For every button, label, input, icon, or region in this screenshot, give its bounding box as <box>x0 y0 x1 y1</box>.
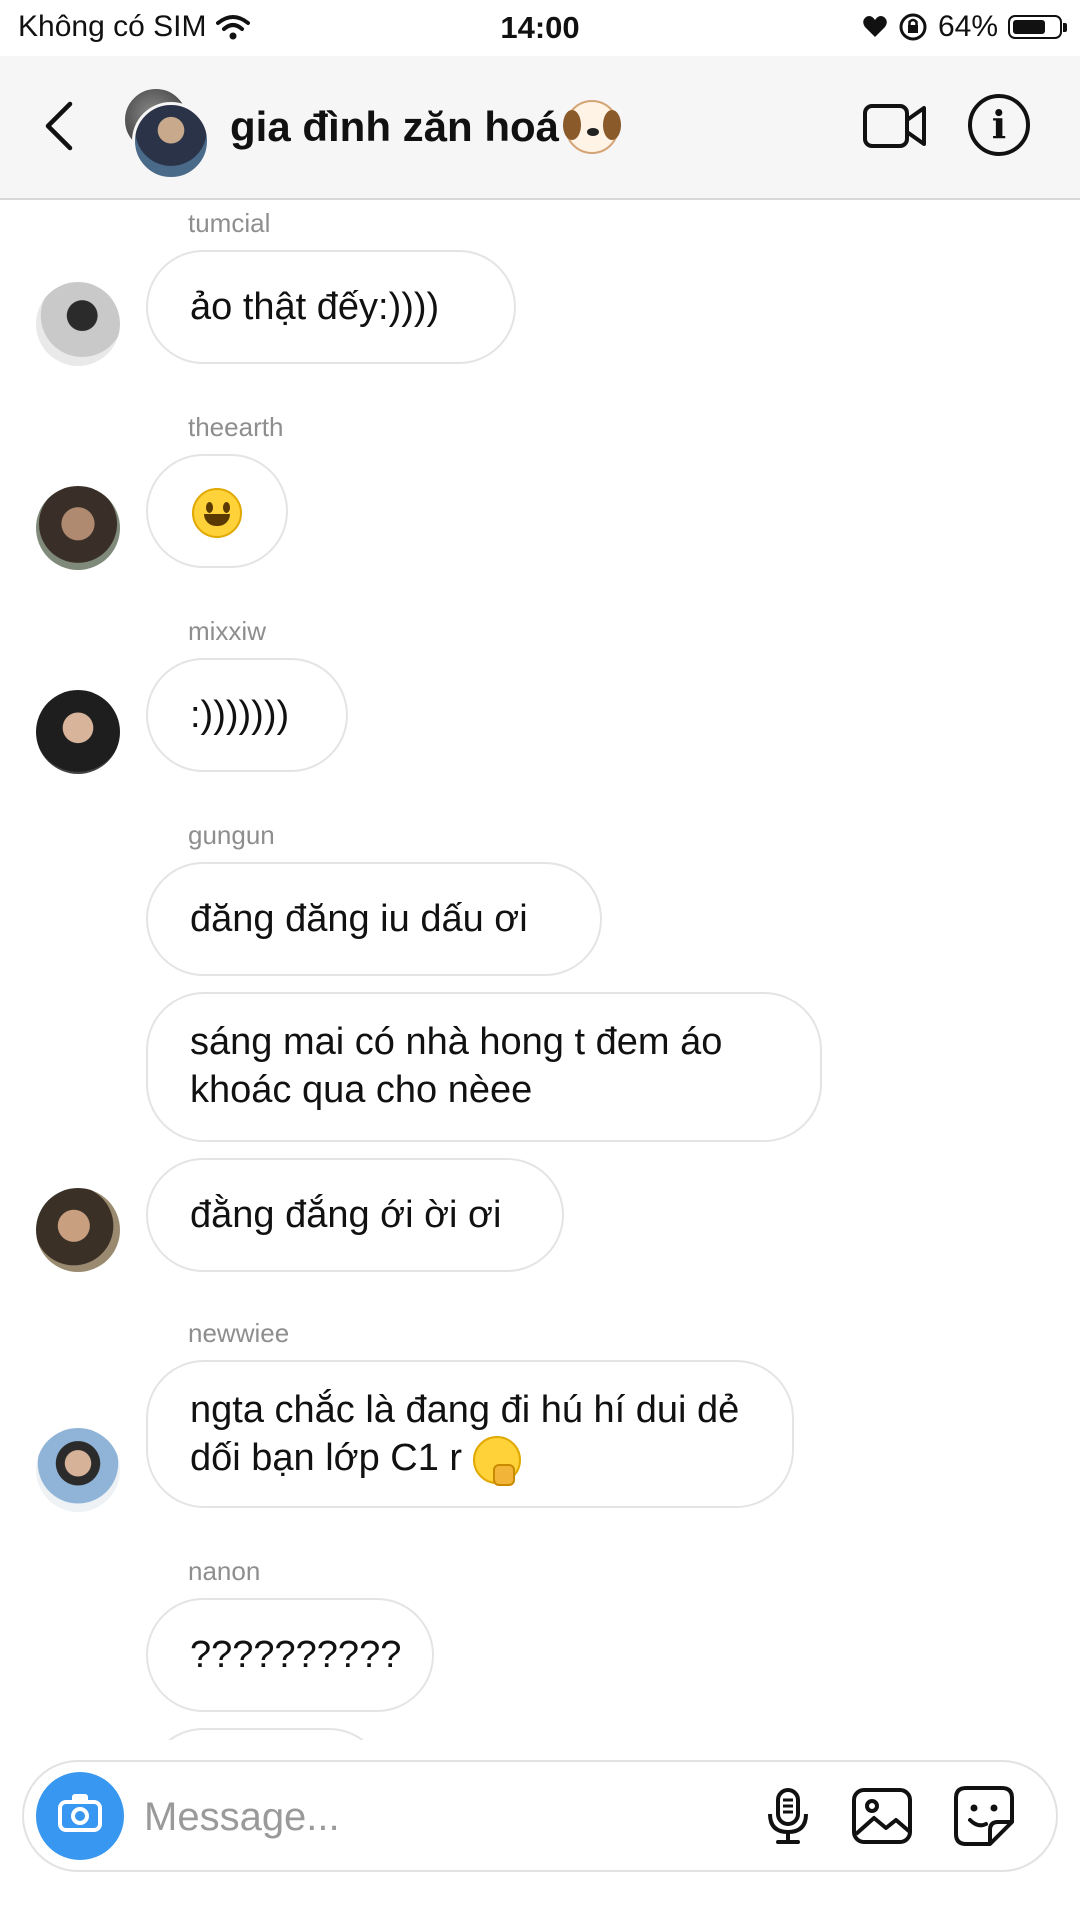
sender-name: gungun <box>188 820 275 850</box>
shushing-face-icon <box>472 1435 521 1486</box>
message-text: đằng đắng ới ời ơi <box>190 1194 502 1236</box>
chat-title[interactable]: gia đình zăn hoá <box>230 100 622 154</box>
message-composer <box>22 1760 1058 1872</box>
battery-percent: 64% <box>937 10 998 43</box>
sender-name: nanon <box>188 1556 261 1586</box>
info-icon[interactable]: i <box>968 94 1030 156</box>
sender-name: newwiee <box>188 1318 290 1348</box>
message-bubble[interactable]: :))))))) <box>146 658 348 772</box>
group-avatar-front <box>132 102 210 180</box>
microphone-icon[interactable] <box>756 1784 820 1848</box>
camera-button[interactable] <box>36 1772 124 1860</box>
avatar[interactable] <box>36 486 120 570</box>
message-text: sáng mai có nhà hong t đem áo khoác qua … <box>190 1021 723 1111</box>
smiley-emoji-icon <box>192 487 242 538</box>
avatar[interactable] <box>36 282 120 366</box>
group-avatar[interactable] <box>118 86 210 180</box>
battery-icon <box>1008 15 1067 39</box>
camera-lens-icon <box>71 1807 89 1825</box>
message-bubble-partial[interactable] <box>146 1728 386 1740</box>
sticker-icon[interactable] <box>952 1784 1016 1848</box>
message-text: ?????????? <box>190 1634 402 1676</box>
avatar[interactable] <box>36 1428 120 1512</box>
dog-face-icon <box>563 100 622 154</box>
sender-name: mixxiw <box>188 616 266 646</box>
message-text: ngta chắc là đang đi hú hí dui dẻ dối bạ… <box>190 1389 740 1479</box>
message-bubble[interactable]: đăng đăng iu dấu ơi <box>146 862 602 976</box>
message-bubble[interactable]: đằng đắng ới ời ơi <box>146 1158 564 1272</box>
video-call-icon[interactable] <box>862 98 928 154</box>
status-bar: Không có SIM 14:00 64% <box>0 0 1080 56</box>
message-bubble[interactable]: ?????????? <box>146 1598 434 1712</box>
avatar[interactable] <box>36 1188 120 1272</box>
avatar[interactable] <box>36 690 120 774</box>
message-text: :))))))) <box>190 694 290 736</box>
status-right: 64% <box>862 10 1067 44</box>
gallery-icon[interactable] <box>850 1784 914 1848</box>
message-bubble[interactable] <box>146 454 288 568</box>
heart-icon <box>863 16 887 37</box>
message-bubble[interactable]: sáng mai có nhà hong t đem áo khoác qua … <box>146 992 822 1142</box>
message-list[interactable]: tumcial ảo thật đếy:)))) theearth mixxiw… <box>0 200 1080 1740</box>
message-bubble[interactable]: ngta chắc là đang đi hú hí dui dẻ dối bạ… <box>146 1360 794 1508</box>
sender-name: tumcial <box>188 208 271 238</box>
back-arrow-icon[interactable] <box>40 98 80 154</box>
sender-name: theearth <box>188 412 284 442</box>
message-text: đăng đăng iu dấu ơi <box>190 898 528 940</box>
chat-header: gia đình zăn hoá i <box>0 56 1080 200</box>
message-bubble[interactable]: ảo thật đếy:)))) <box>146 250 516 364</box>
message-input[interactable] <box>142 1784 706 1850</box>
message-text: ảo thật đếy:)))) <box>190 286 440 328</box>
orientation-lock-icon <box>899 13 927 41</box>
chat-title-text: gia đình zăn hoá <box>230 103 560 150</box>
